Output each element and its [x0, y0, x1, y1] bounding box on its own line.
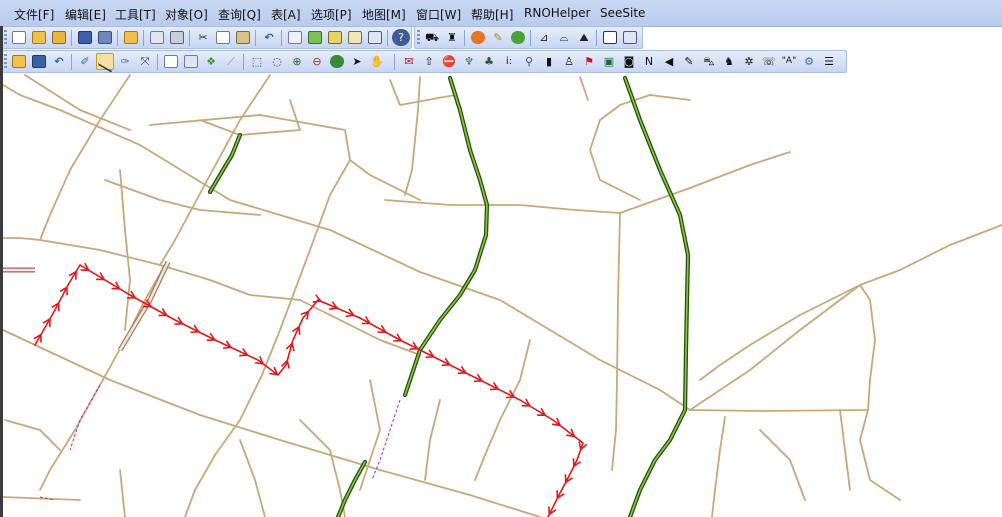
- map-canvas[interactable]: [0, 0, 1002, 517]
- drive-route: [34, 264, 584, 517]
- window-left-border: [0, 26, 3, 517]
- pink-boundary: [39, 384, 401, 501]
- route-arrows: [33, 262, 588, 516]
